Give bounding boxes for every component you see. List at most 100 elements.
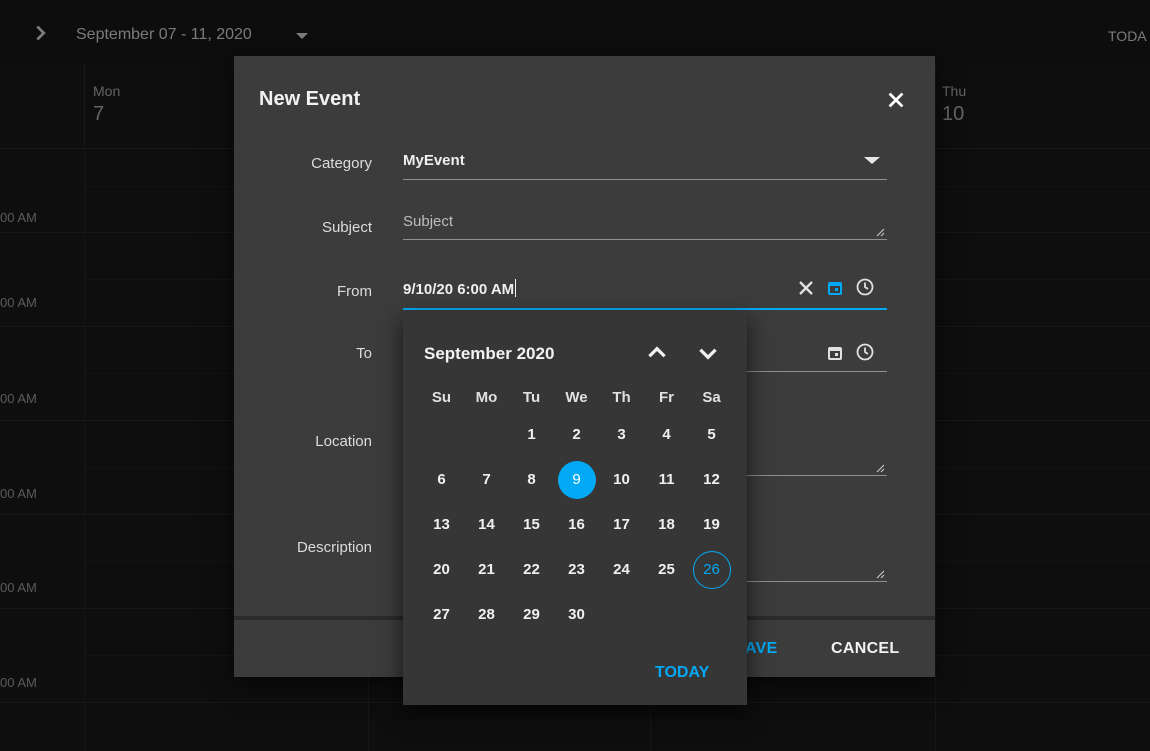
calendar-day-number: 2 bbox=[572, 426, 581, 443]
calendar-day-number: 3 bbox=[617, 426, 626, 443]
close-icon[interactable] bbox=[885, 89, 907, 111]
chevron-down-icon[interactable] bbox=[695, 340, 721, 366]
calendar-day[interactable]: 15 bbox=[509, 502, 554, 547]
calendar-day-number: 15 bbox=[523, 516, 540, 533]
calendar-day-number: 23 bbox=[568, 561, 585, 578]
calendar-empty-cell bbox=[644, 592, 689, 637]
calendar-week-row: 1 2 3 4 5 bbox=[419, 412, 734, 457]
calendar-day-number: 19 bbox=[703, 516, 720, 533]
calendar-week-row: 27 28 29 30 bbox=[419, 592, 734, 637]
calendar-day[interactable]: 23 bbox=[554, 547, 599, 592]
to-label: To bbox=[356, 345, 372, 362]
resize-handle-icon[interactable] bbox=[875, 227, 885, 237]
cancel-button[interactable]: CANCEL bbox=[831, 640, 899, 658]
weekday-label: Fr bbox=[659, 388, 674, 406]
calendar-day-number bbox=[603, 596, 641, 634]
calendar-day[interactable]: 12 bbox=[689, 457, 734, 502]
category-label: Category bbox=[311, 155, 372, 172]
calendar-day[interactable]: 6 bbox=[419, 457, 464, 502]
calendar-week-row: 13 14 15 16 17 18 19 bbox=[419, 502, 734, 547]
calendar-day-number bbox=[693, 596, 731, 634]
calendar-day[interactable]: 25 bbox=[644, 547, 689, 592]
calendar-day-number: 12 bbox=[703, 471, 720, 488]
calendar-day-number: 24 bbox=[613, 561, 630, 578]
calendar-month-title[interactable]: September 2020 bbox=[424, 344, 554, 364]
calendar-day[interactable]: 18 bbox=[644, 502, 689, 547]
calendar-day[interactable]: 14 bbox=[464, 502, 509, 547]
calendar-day-number: 17 bbox=[613, 516, 630, 533]
calendar-day-number: 14 bbox=[478, 516, 495, 533]
resize-handle-icon[interactable] bbox=[875, 569, 885, 579]
calendar-day[interactable]: 3 bbox=[599, 412, 644, 457]
calendar-day[interactable]: 16 bbox=[554, 502, 599, 547]
subject-field[interactable]: Subject bbox=[403, 210, 887, 240]
calendar-day-selected[interactable]: 9 bbox=[554, 457, 599, 502]
from-value: 9/10/20 6:00 AM bbox=[403, 279, 517, 298]
calendar-day[interactable]: 10 bbox=[599, 457, 644, 502]
calendar-day[interactable]: 19 bbox=[689, 502, 734, 547]
calendar-week-row: 6 7 8 9 10 11 12 bbox=[419, 457, 734, 502]
calendar-day[interactable]: 27 bbox=[419, 592, 464, 637]
calendar-day-number: 20 bbox=[433, 561, 450, 578]
calendar-day[interactable]: 1 bbox=[509, 412, 554, 457]
calendar-day[interactable]: 24 bbox=[599, 547, 644, 592]
caret-down-icon[interactable] bbox=[864, 157, 880, 164]
clock-icon[interactable] bbox=[855, 277, 875, 297]
calendar-day-number: 25 bbox=[658, 561, 675, 578]
clear-icon[interactable] bbox=[796, 278, 816, 298]
calendar-empty-cell bbox=[599, 592, 644, 637]
calendar-day[interactable]: 5 bbox=[689, 412, 734, 457]
clock-icon[interactable] bbox=[855, 342, 875, 362]
calendar-today-button[interactable]: TODAY bbox=[655, 664, 709, 682]
category-dropdown[interactable]: MyEvent bbox=[403, 148, 887, 180]
calendar-day[interactable]: 30 bbox=[554, 592, 599, 637]
calendar-popup: September 2020 Su Mo Tu We Th Fr Sa 1234… bbox=[403, 312, 747, 705]
calendar-day-today[interactable]: 26 bbox=[689, 547, 734, 592]
calendar-day-number: 18 bbox=[658, 516, 675, 533]
calendar-day-number: 29 bbox=[523, 606, 540, 623]
subject-placeholder: Subject bbox=[403, 213, 454, 230]
calendar-day[interactable]: 28 bbox=[464, 592, 509, 637]
calendar-week-row: 20 21 22 23 24 25 26 bbox=[419, 547, 734, 592]
calendar-day[interactable]: 21 bbox=[464, 547, 509, 592]
calendar-day-number: 10 bbox=[613, 471, 630, 488]
calendar-day[interactable]: 13 bbox=[419, 502, 464, 547]
subject-label: Subject bbox=[321, 219, 372, 236]
dialog-title: New Event bbox=[259, 88, 361, 110]
calendar-day[interactable]: 22 bbox=[509, 547, 554, 592]
weekday-label: Su bbox=[431, 388, 452, 406]
location-label: Location bbox=[315, 433, 372, 450]
calendar-day-number: 22 bbox=[523, 561, 540, 578]
calendar-day-number: 26 bbox=[692, 550, 731, 589]
resize-handle-icon[interactable] bbox=[875, 463, 885, 473]
calendar-day-number: 4 bbox=[662, 426, 671, 443]
calendar-day[interactable]: 11 bbox=[644, 457, 689, 502]
calendar-day-number: 28 bbox=[478, 606, 495, 623]
calendar-day-number: 8 bbox=[527, 471, 536, 488]
calendar-day-number: 6 bbox=[437, 471, 446, 488]
calendar-empty-cell bbox=[689, 592, 734, 637]
calendar-day[interactable]: 29 bbox=[509, 592, 554, 637]
chevron-up-icon[interactable] bbox=[644, 340, 670, 366]
calendar-day-number: 16 bbox=[568, 516, 585, 533]
calendar-day[interactable]: 8 bbox=[509, 457, 554, 502]
calendar-day[interactable]: 2 bbox=[554, 412, 599, 457]
calendar-day-number: 30 bbox=[568, 606, 585, 623]
calendar-icon[interactable] bbox=[825, 278, 845, 298]
weekday-header-row: Su Mo Tu We Th Fr Sa bbox=[419, 382, 734, 412]
calendar-day[interactable]: 7 bbox=[464, 457, 509, 502]
from-datetime-input[interactable]: 9/10/20 6:00 AM bbox=[403, 274, 887, 310]
calendar-day-number: 11 bbox=[658, 471, 675, 488]
weekday-label: We bbox=[565, 388, 588, 406]
calendar-day-number: 27 bbox=[433, 606, 450, 623]
calendar-grid: Su Mo Tu We Th Fr Sa 1 2 3 4 5 6 7 8 9 10 11 12 13 14… bbox=[419, 382, 734, 637]
calendar-day-number: 21 bbox=[478, 561, 495, 578]
calendar-day[interactable]: 20 bbox=[419, 547, 464, 592]
calendar-day[interactable]: 4 bbox=[644, 412, 689, 457]
weekday-label: Mo bbox=[475, 388, 498, 406]
calendar-day-number: 5 bbox=[707, 426, 716, 443]
calendar-icon[interactable] bbox=[825, 343, 845, 363]
calendar-day[interactable]: 17 bbox=[599, 502, 644, 547]
weekday-label: Th bbox=[612, 388, 631, 406]
calendar-day-number: 9 bbox=[557, 460, 596, 499]
